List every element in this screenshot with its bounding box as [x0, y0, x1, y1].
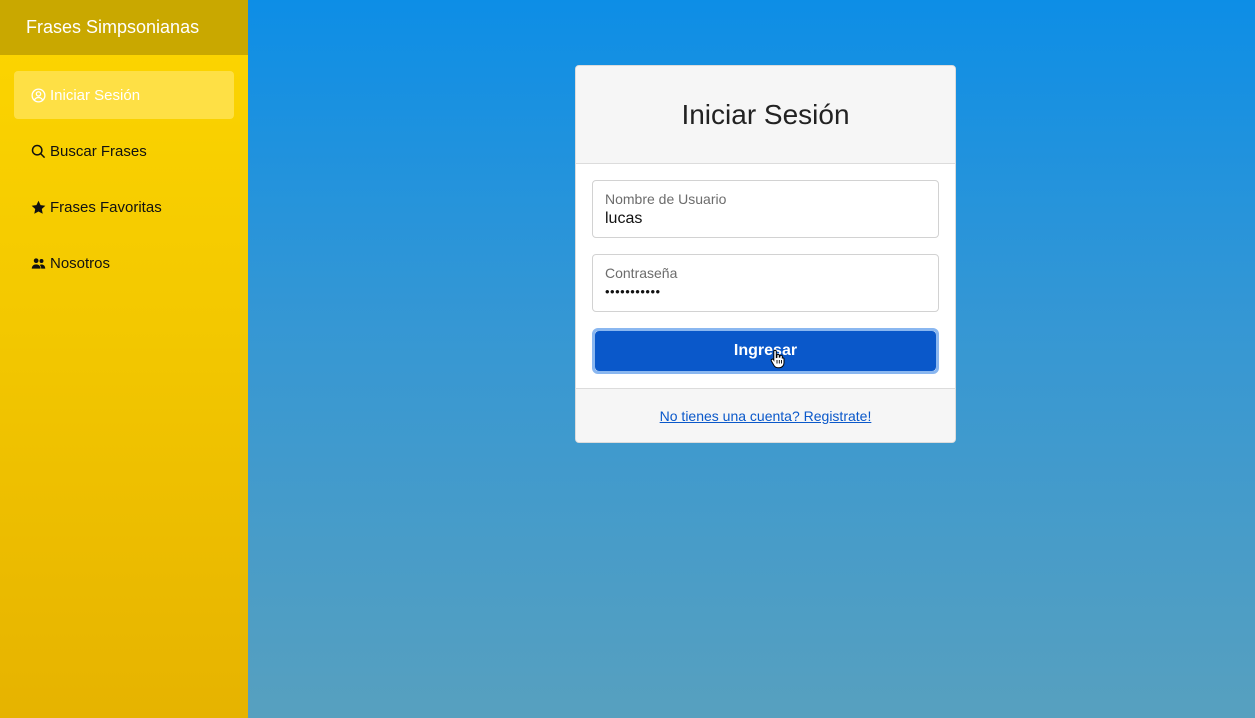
- username-input[interactable]: [605, 210, 926, 228]
- sidebar-item-label: Buscar Frases: [50, 142, 147, 160]
- submit-focus-ring: Ingresar: [592, 328, 939, 374]
- login-card-body: Nombre de Usuario Contraseña •••••••••••…: [576, 164, 955, 374]
- brand-title[interactable]: Frases Simpsonianas: [0, 0, 248, 55]
- user-circle-icon: [30, 87, 46, 103]
- page-title: Iniciar Sesión: [681, 98, 850, 130]
- sidebar-item-frases-favoritas[interactable]: Frases Favoritas: [14, 183, 234, 231]
- sidebar-item-nosotros[interactable]: Nosotros: [14, 239, 234, 287]
- username-label: Nombre de Usuario: [605, 191, 727, 207]
- submit-button-label: Ingresar: [733, 342, 798, 359]
- submit-button[interactable]: Ingresar: [595, 331, 936, 371]
- sidebar-nav: Iniciar Sesión Buscar Frases Frases Favo…: [0, 55, 248, 287]
- sidebar-item-buscar-frases[interactable]: Buscar Frases: [14, 127, 234, 175]
- sidebar-item-label: Frases Favoritas: [50, 198, 162, 216]
- login-card: Iniciar Sesión Nombre de Usuario Contras…: [575, 65, 956, 443]
- sidebar-item-iniciar-sesion[interactable]: Iniciar Sesión: [14, 71, 234, 119]
- people-icon: [30, 255, 46, 271]
- login-card-footer: No tienes una cuenta? Registrate!: [576, 388, 955, 442]
- register-link[interactable]: No tienes una cuenta? Registrate!: [660, 408, 872, 424]
- password-label: Contraseña: [605, 265, 678, 281]
- star-icon: [30, 199, 46, 215]
- sidebar-item-label: Nosotros: [50, 254, 111, 272]
- main-content: Iniciar Sesión Nombre de Usuario Contras…: [248, 0, 1255, 718]
- login-card-header: Iniciar Sesión: [576, 66, 955, 164]
- sidebar-item-label: Iniciar Sesión: [50, 86, 141, 104]
- password-field[interactable]: Contraseña •••••••••••: [592, 254, 939, 312]
- sidebar: Frases Simpsonianas Iniciar Sesión Busca…: [0, 0, 248, 718]
- password-input[interactable]: •••••••••••: [605, 284, 926, 299]
- hand-cursor-icon: [770, 349, 785, 369]
- app-root: Frases Simpsonianas Iniciar Sesión Busca…: [0, 0, 1255, 718]
- search-icon: [30, 143, 46, 159]
- username-field[interactable]: Nombre de Usuario: [592, 180, 939, 238]
